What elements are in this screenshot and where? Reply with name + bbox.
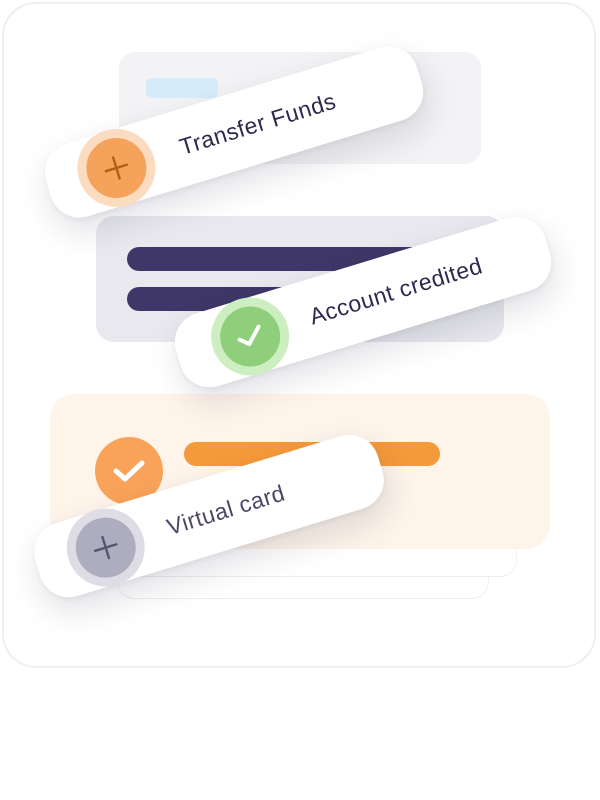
panel-top-accent-bar — [146, 78, 218, 98]
virtual-card-label: Virtual card — [163, 479, 288, 541]
